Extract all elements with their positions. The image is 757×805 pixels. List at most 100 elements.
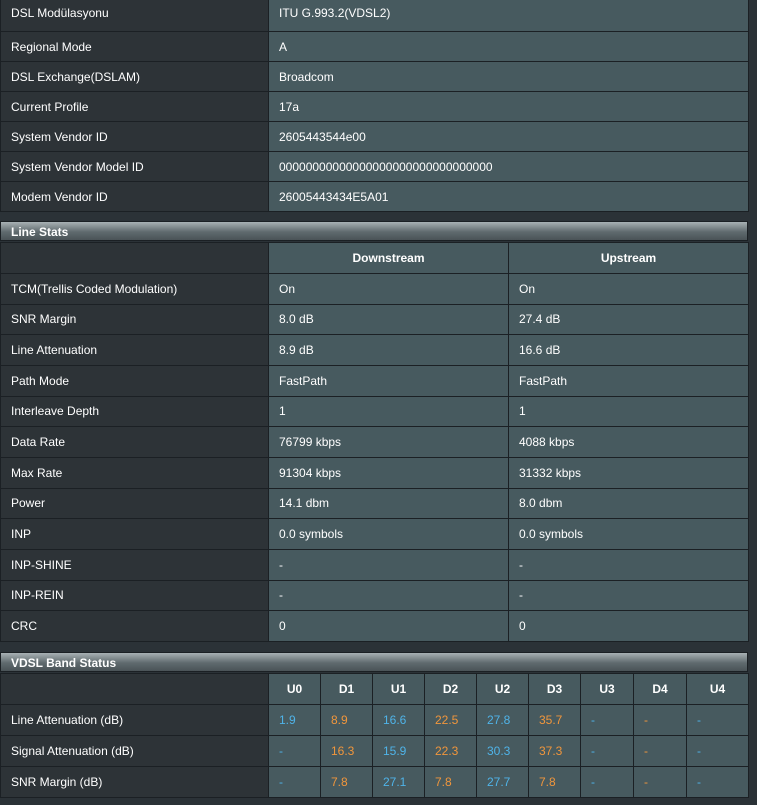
band-value: 30.3 — [476, 735, 529, 767]
stats-row: Data Rate 76799 kbps 4088 kbps — [0, 426, 749, 458]
stats-row: Interleave Depth 1 1 — [0, 395, 749, 428]
stats-upstream-value: - — [508, 548, 749, 581]
band-value: - — [686, 735, 749, 767]
stats-label: Max Rate — [0, 456, 269, 489]
band-header-u1: U1 — [372, 673, 425, 705]
band-row: SNR Margin (dB) -7.8 27.1 7.8 27.7 7.8- - - — [0, 766, 749, 798]
info-row: DSL Modülasyonu ITU G.993.2(VDSL2) — [0, 0, 749, 32]
band-row: Line Attenuation (dB) 1.9 8.9 16.6 22.5 27.8 3… — [0, 704, 749, 736]
upstream-column-header: Upstream — [508, 242, 749, 274]
band-value: - — [268, 735, 321, 767]
info-table-body: DSL Modülasyonu ITU G.993.2(VDSL2) Regiona… — [0, 0, 749, 212]
stats-row: Line Attenuation 8.9 dB 16.6 dB — [0, 334, 749, 366]
stats-upstream-value: On — [508, 273, 749, 305]
line-stats-table: Downstream Upstream TCM(Trellis Coded Mo… — [0, 242, 749, 642]
stats-row: Power 14.1 dbm 8.0 dbm — [0, 487, 749, 520]
stats-label: Power — [0, 487, 269, 520]
stats-upstream-value: 1 — [508, 395, 749, 428]
info-row: Modem Vendor ID 26005443434E5A01 — [0, 181, 749, 212]
stats-label: INP-SHINE — [0, 548, 269, 581]
stats-downstream-value: 0.0 symbols — [268, 518, 509, 550]
info-label: System Vendor ID — [0, 121, 269, 152]
band-header-row: U0 D1 U1 D2 U2 D3 U3 D4 U4 — [0, 673, 749, 705]
band-value: 35.7 — [528, 704, 581, 736]
stats-row: INP-REIN - - — [0, 579, 749, 612]
info-row: Current Profile 17a — [0, 91, 749, 122]
info-row: System Vendor Model ID 000000000000000000… — [0, 151, 749, 182]
stats-row: CRC 0 0 — [0, 610, 749, 642]
info-label: DSL Exchange(DSLAM) — [0, 61, 269, 92]
line-stats-header: Line Stats — [0, 221, 748, 241]
stats-label: Path Mode — [0, 364, 269, 397]
band-row: Signal Attenuation (dB) -16.3 15.9 22.3 30.3… — [0, 735, 749, 767]
band-value: - — [633, 766, 687, 798]
band-value: 27.1 — [372, 766, 425, 798]
band-value: - — [580, 766, 634, 798]
stats-downstream-value: 76799 kbps — [268, 426, 509, 458]
band-table-body: Line Attenuation (dB) 1.9 8.9 16.6 22.5 27.8 3… — [0, 704, 749, 798]
stats-downstream-value: 91304 kbps — [268, 456, 509, 489]
downstream-column-header: Downstream — [268, 242, 509, 274]
band-value: 15.9 — [372, 735, 425, 767]
info-label: Modem Vendor ID — [0, 181, 269, 212]
band-header-d1: D1 — [320, 673, 373, 705]
band-header-u3: U3 — [580, 673, 634, 705]
stats-upstream-value: 16.6 dB — [508, 334, 749, 366]
band-header-d3: D3 — [528, 673, 581, 705]
stats-upstream-value: 27.4 dB — [508, 303, 749, 336]
line-stats-corner — [0, 242, 269, 274]
band-value: 27.7 — [476, 766, 529, 798]
band-value: 7.8 — [528, 766, 581, 798]
stats-upstream-value: - — [508, 579, 749, 612]
stats-label: SNR Margin — [0, 303, 269, 336]
stats-downstream-value: 8.0 dB — [268, 303, 509, 336]
stats-row: Max Rate 91304 kbps 31332 kbps — [0, 456, 749, 489]
band-value: - — [633, 704, 687, 736]
info-label: DSL Modülasyonu — [0, 0, 269, 32]
band-value: 16.6 — [372, 704, 425, 736]
stats-row: INP-SHINE - - — [0, 548, 749, 581]
band-value: 1.9 — [268, 704, 321, 736]
vdsl-band-header: VDSL Band Status — [0, 652, 748, 672]
stats-upstream-value: 0 — [508, 610, 749, 642]
band-row-label: SNR Margin (dB) — [0, 766, 269, 798]
band-value: 37.3 — [528, 735, 581, 767]
stats-downstream-value: 8.9 dB — [268, 334, 509, 366]
stats-upstream-value: FastPath — [508, 364, 749, 397]
stats-downstream-value: - — [268, 548, 509, 581]
vdsl-band-table: U0 D1 U1 D2 U2 D3 U3 D4 U4 Line Attenuation (dB)… — [0, 673, 749, 798]
info-table: DSL Modülasyonu ITU G.993.2(VDSL2) Regiona… — [0, 0, 749, 212]
stats-row: Path Mode FastPath FastPath — [0, 364, 749, 397]
band-row-label: Signal Attenuation (dB) — [0, 735, 269, 767]
stats-label: Interleave Depth — [0, 395, 269, 428]
info-value: 26005443434E5A01 — [268, 181, 749, 212]
stats-label: INP — [0, 518, 269, 550]
info-value: 2605443544e00 — [268, 121, 749, 152]
band-value: - — [268, 766, 321, 798]
info-value: 00000000000000000000000000000000 — [268, 151, 749, 182]
stats-downstream-value: On — [268, 273, 509, 305]
info-value: A — [268, 31, 749, 62]
band-header-d4: D4 — [633, 673, 687, 705]
band-row-label: Line Attenuation (dB) — [0, 704, 269, 736]
band-value: - — [686, 704, 749, 736]
stats-label: Line Attenuation — [0, 334, 269, 366]
band-value: - — [633, 735, 687, 767]
info-label: Regional Mode — [0, 31, 269, 62]
stats-upstream-value: 31332 kbps — [508, 456, 749, 489]
band-value: 27.8 — [476, 704, 529, 736]
info-label: System Vendor Model ID — [0, 151, 269, 182]
band-value: - — [580, 704, 634, 736]
band-value: - — [580, 735, 634, 767]
stats-downstream-value: FastPath — [268, 364, 509, 397]
info-value: ITU G.993.2(VDSL2) — [268, 0, 749, 32]
band-header-d2: D2 — [424, 673, 477, 705]
info-value: 17a — [268, 91, 749, 122]
band-header-u2: U2 — [476, 673, 529, 705]
stats-upstream-value: 0.0 symbols — [508, 518, 749, 550]
stats-upstream-value: 8.0 dbm — [508, 487, 749, 520]
band-value: 22.3 — [424, 735, 477, 767]
band-value: - — [686, 766, 749, 798]
stats-downstream-value: - — [268, 579, 509, 612]
stats-label: TCM(Trellis Coded Modulation) — [0, 273, 269, 305]
